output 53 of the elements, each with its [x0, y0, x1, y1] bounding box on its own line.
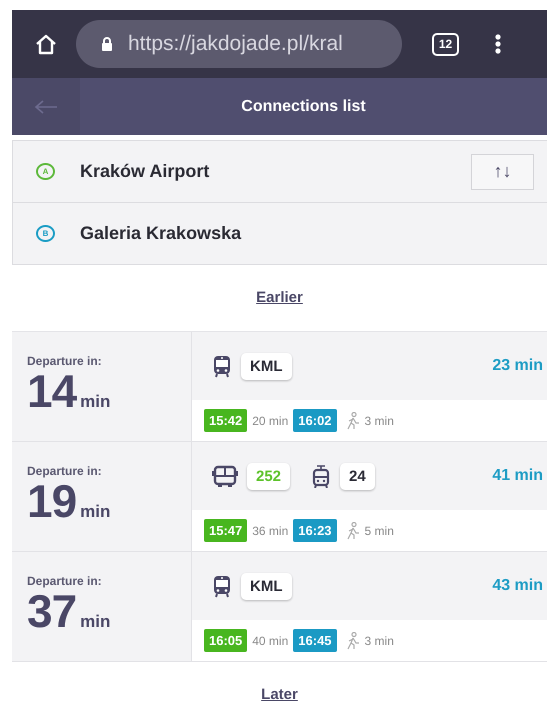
connection-card[interactable]: Departure in: 19 min 252 24 41 min 15:47 36 min 16:23 5 min: [12, 442, 547, 552]
minutes-unit: min: [80, 392, 110, 412]
departure-time: 15:47: [204, 519, 248, 542]
route-row[interactable]: A Kraków Airport ↑↓: [13, 141, 547, 202]
train-icon: [212, 354, 232, 378]
departure-time: 15:42: [204, 409, 248, 432]
url-text: https://jakdojade.pl/kral: [128, 32, 343, 56]
arrival-time: 16:23: [293, 519, 337, 542]
swap-button[interactable]: ↑↓: [471, 154, 534, 190]
address-field[interactable]: https://jakdojade.pl/kral: [76, 20, 402, 68]
earlier-link[interactable]: Earlier: [256, 289, 303, 306]
arrival-time: 16:02: [293, 409, 337, 432]
tab-count-button[interactable]: 12: [432, 32, 459, 56]
minutes-unit: min: [80, 612, 110, 632]
departure-label: Departure in:: [27, 464, 103, 478]
route-row[interactable]: B Galeria Krakowska: [13, 202, 547, 264]
walk-duration: 3 min: [364, 414, 394, 428]
walking-icon: [346, 522, 360, 540]
ride-duration: 20 min: [252, 414, 288, 428]
lock-icon: [100, 36, 114, 52]
stop-name: Kraków Airport: [80, 161, 210, 182]
travel-duration: 23 min: [492, 357, 543, 375]
line-number: 24: [340, 462, 375, 490]
walk-duration: 3 min: [364, 634, 394, 648]
departure-label: Departure in:: [27, 354, 103, 368]
connection-card[interactable]: Departure in: 37 min KML 43 min 16:05 40 min 16:45 3 min: [12, 552, 547, 662]
walking-icon: [346, 412, 360, 430]
stop-badge: B: [36, 225, 55, 242]
line-number: KML: [241, 352, 292, 380]
departure-label: Departure in:: [27, 574, 103, 588]
ride-duration: 40 min: [252, 634, 288, 648]
walking-icon: [346, 632, 360, 650]
train-icon: [212, 574, 232, 598]
bus-icon: [212, 464, 238, 488]
tram-icon: [311, 464, 332, 488]
travel-duration: 41 min: [492, 467, 543, 485]
stop-name: Galeria Krakowska: [80, 223, 242, 244]
stop-badge: A: [36, 163, 55, 180]
menu-icon: [495, 33, 501, 55]
connection-card[interactable]: Departure in: 14 min KML 23 min 15:42 20 min 16:02 3 min: [12, 332, 547, 442]
walk-duration: 5 min: [364, 524, 394, 538]
ride-duration: 36 min: [252, 524, 288, 538]
minutes-unit: min: [80, 502, 110, 522]
departure-time: 16:05: [204, 629, 248, 652]
back-arrow-icon: [34, 100, 58, 114]
line-number: KML: [241, 572, 292, 600]
home-icon: [34, 33, 58, 55]
screen-title: Connections list: [240, 97, 367, 117]
line-number: 252: [247, 462, 290, 490]
travel-duration: 43 min: [492, 577, 543, 595]
later-link[interactable]: Later: [261, 686, 298, 703]
menu-button[interactable]: [493, 33, 503, 55]
arrival-time: 16:45: [293, 629, 337, 652]
